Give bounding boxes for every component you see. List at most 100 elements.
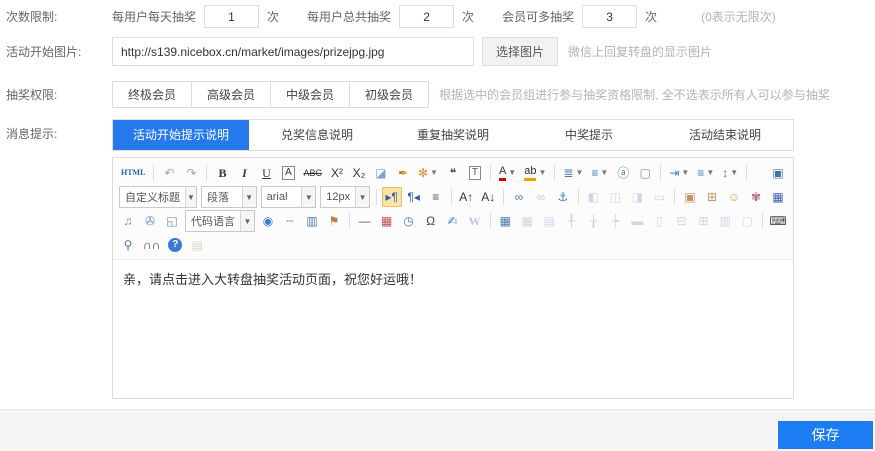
attachment-icon[interactable]: ✇ xyxy=(140,211,160,231)
message-tab[interactable]: 重复抽奖说明 xyxy=(385,120,521,150)
chevron-down-icon: ▼ xyxy=(430,169,438,177)
undo-icon[interactable]: ↶ xyxy=(159,163,179,183)
preview-icon[interactable]: ⚲ xyxy=(118,235,138,255)
count-input-1[interactable] xyxy=(204,5,259,28)
link-icon[interactable]: ∞ xyxy=(509,187,529,207)
print-icon[interactable]: ⌨ xyxy=(768,211,788,231)
clock-icon[interactable]: ◷ xyxy=(399,211,419,231)
help-icon[interactable]: ? xyxy=(165,235,185,255)
format-brush-icon[interactable]: ✒ xyxy=(393,163,413,183)
indent-icon[interactable]: ⇥▼ xyxy=(666,163,692,183)
start-image-url-input[interactable] xyxy=(112,37,474,66)
paragraph-select[interactable]: 段落▼ xyxy=(201,186,257,208)
member-level-button[interactable]: 高级会员 xyxy=(191,81,271,108)
columns-icon[interactable]: ▥ xyxy=(302,211,322,231)
italic-icon[interactable]: I xyxy=(234,163,254,183)
row-props-icon: ▤ xyxy=(539,211,559,231)
count-input-3[interactable] xyxy=(582,5,637,28)
highlight-color-icon[interactable]: ab▼ xyxy=(521,163,549,183)
font-family-select[interactable]: arial▼ xyxy=(261,186,317,208)
message-label: 消息提示: xyxy=(0,119,112,150)
map-icon[interactable]: ⚑ xyxy=(324,211,344,231)
toolbar-row: HTML↶↷BIUAABCX²X₂◪✒✻▼❝TA▼ab▼≣▼≡▼ⓐ▢⇥▼≡▼↕▼… xyxy=(117,161,789,185)
paragraph-icon[interactable]: ≡ xyxy=(426,187,446,207)
insert-code-icon[interactable]: ◉ xyxy=(258,211,278,231)
insert-row-above-icon: ╀ xyxy=(561,211,581,231)
message-tab[interactable]: 活动结束说明 xyxy=(657,120,793,150)
underline-icon[interactable]: U xyxy=(256,163,276,183)
message-tab[interactable]: 中奖提示 xyxy=(521,120,657,150)
word-import-icon: W xyxy=(465,211,485,231)
code-language-select[interactable]: 代码语言▼ xyxy=(185,210,255,232)
count-input-2[interactable] xyxy=(399,5,454,28)
save-button[interactable]: 保存 xyxy=(778,421,873,449)
flash-icon[interactable]: ✾ xyxy=(746,187,766,207)
paragraph-align-icon[interactable]: ≡▼ xyxy=(694,163,717,183)
redo-icon[interactable]: ↷ xyxy=(181,163,201,183)
hr-icon[interactable]: — xyxy=(355,211,375,231)
font-size-down-icon[interactable]: A↓ xyxy=(478,187,498,207)
delete-table-icon: ▦ xyxy=(517,211,537,231)
paste-text-icon[interactable]: T xyxy=(465,163,485,183)
table-icon[interactable]: ▦ xyxy=(495,211,515,231)
member-level-button[interactable]: 初级会员 xyxy=(349,81,429,108)
start-image-hint: 微信上回复转盘的显示图片 xyxy=(568,43,712,60)
pick-image-button[interactable]: 选择图片 xyxy=(482,37,558,66)
inline-style-icon[interactable]: A xyxy=(278,163,298,183)
count-group: 会员可多抽奖 次 xyxy=(502,5,657,28)
member-level-button[interactable]: 终极会员 xyxy=(112,81,192,108)
toolbar-separator xyxy=(746,165,747,181)
superscript-icon[interactable]: X² xyxy=(327,163,347,183)
image-left-icon: ◧ xyxy=(583,187,603,207)
html-source-icon[interactable]: HTML xyxy=(118,163,148,183)
special-char-icon[interactable]: Ω xyxy=(421,211,441,231)
emoticon-icon[interactable]: ☺ xyxy=(724,187,744,207)
image-icon[interactable]: ▣ xyxy=(680,187,700,207)
paste-icon: ▤ xyxy=(187,235,207,255)
media-icon[interactable]: ▦ xyxy=(768,187,788,207)
start-image-label: 活动开始图片: xyxy=(0,43,112,60)
find-replace-icon[interactable]: ∩∩ xyxy=(140,235,163,255)
strikethrough-icon[interactable]: ABC xyxy=(300,163,325,183)
editor-content[interactable]: 亲，请点击进入大转盘抽奖活动页面，祝您好运哦！ xyxy=(113,260,793,398)
blockquote-icon[interactable]: ❝ xyxy=(443,163,463,183)
anchor-name-icon[interactable]: ⓐ xyxy=(613,163,633,183)
anchor-icon[interactable]: ⚓ xyxy=(553,187,573,207)
member-level-button[interactable]: 中级会员 xyxy=(270,81,350,108)
signature-icon[interactable]: ✍ xyxy=(443,211,463,231)
unordered-list-icon[interactable]: ≡▼ xyxy=(588,163,611,183)
remove-format-icon[interactable]: ◪ xyxy=(371,163,391,183)
start-image-row: 活动开始图片: 选择图片 微信上回复转盘的显示图片 xyxy=(0,36,875,67)
toolbar-separator xyxy=(554,165,555,181)
bold-icon[interactable]: B xyxy=(212,163,232,183)
clean-word-icon: ▢ xyxy=(737,211,757,231)
count-field-label: 会员可多抽奖 xyxy=(502,8,574,25)
page-break-icon[interactable]: ┄ xyxy=(280,211,300,231)
music-icon[interactable]: ♫ xyxy=(118,211,138,231)
fullscreen-icon[interactable]: ▣ xyxy=(768,163,788,183)
message-tab[interactable]: 活动开始提示说明 xyxy=(113,120,249,150)
rtl-icon[interactable]: ¶◂ xyxy=(404,187,424,207)
chevron-down-icon: ▼ xyxy=(681,169,689,177)
font-size-up-icon[interactable]: A↑ xyxy=(456,187,476,207)
custom-title-select[interactable]: 自定义标题▼ xyxy=(119,186,197,208)
ltr-icon[interactable]: ▸¶ xyxy=(382,187,402,207)
line-height-icon[interactable]: ↕▼ xyxy=(719,163,741,183)
new-document-icon[interactable]: ▢ xyxy=(635,163,655,183)
message-tab[interactable]: 兑奖信息说明 xyxy=(249,120,385,150)
footer-bar: 保存 xyxy=(0,409,875,451)
image-right-icon: ◨ xyxy=(627,187,647,207)
subscript-icon[interactable]: X₂ xyxy=(349,163,369,183)
count-field-label: 每用户总共抽奖 xyxy=(307,8,391,25)
insert-col-icon: ┾ xyxy=(605,211,625,231)
count-limit-note: (0表示无限次) xyxy=(701,8,776,25)
toolbar-separator xyxy=(762,213,763,229)
font-color-icon[interactable]: A▼ xyxy=(496,163,519,183)
calendar-icon[interactable]: ▦ xyxy=(377,211,397,231)
batch-image-icon[interactable]: ⊞ xyxy=(702,187,722,207)
font-size-select[interactable]: 12px▼ xyxy=(320,186,370,208)
quick-format-icon[interactable]: ✻▼ xyxy=(415,163,441,183)
ordered-list-icon[interactable]: ≣▼ xyxy=(560,163,586,183)
count-field-unit: 次 xyxy=(645,8,657,25)
rich-media-icon[interactable]: ◱ xyxy=(162,211,182,231)
